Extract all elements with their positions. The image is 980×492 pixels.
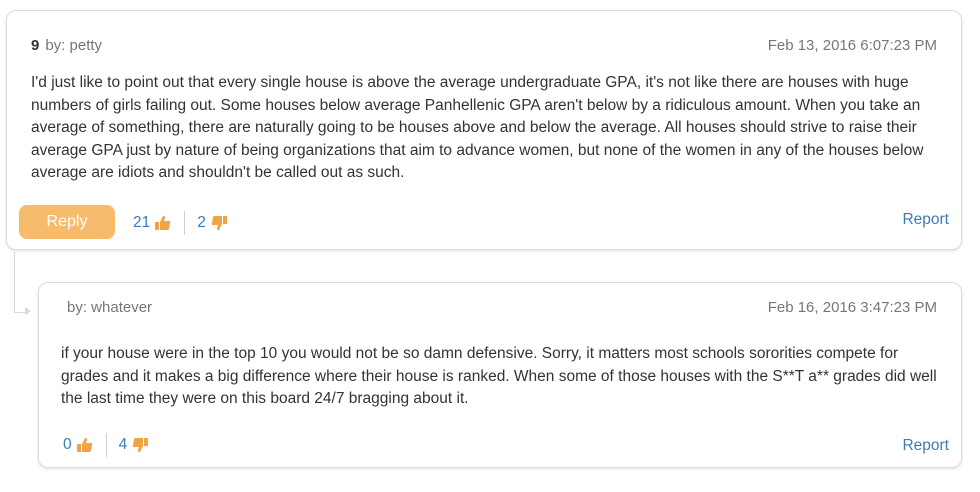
reply-downvote-count: 4 <box>118 436 128 453</box>
reply-author: by: whatever <box>67 299 153 316</box>
comment-card: 9 by: petty Feb 13, 2016 6:07:23 PM I'd j… <box>6 10 962 250</box>
upvote-button[interactable]: 21 <box>133 214 172 232</box>
reply-upvote-button[interactable]: 0 <box>63 436 94 454</box>
vote-divider <box>184 211 186 235</box>
comment-date: Feb 13, 2016 6:07:23 PM <box>767 37 937 54</box>
reply-button[interactable]: Reply <box>19 205 115 239</box>
thumbs-down-icon <box>211 216 227 231</box>
thread-arrow-icon <box>25 307 31 315</box>
comment-author: by: petty <box>45 37 103 54</box>
downvote-count: 2 <box>197 214 206 231</box>
report-link[interactable]: Report <box>902 211 949 229</box>
thumbs-up-icon <box>155 215 171 230</box>
comment-meta: 9 by: petty <box>31 37 102 54</box>
reply-meta: by: whatever <box>67 299 152 316</box>
reply-body: if your house were in the top 10 you wou… <box>61 345 937 407</box>
thumbs-down-icon <box>132 438 149 453</box>
reply-card: by: whatever Feb 16, 2016 3:47:23 PM if … <box>38 282 962 468</box>
reply-votes: 0 4 <box>63 433 149 457</box>
reply-upvote-count: 0 <box>63 436 72 453</box>
comment-number: 9 <box>31 37 40 54</box>
thumbs-up-icon <box>76 437 92 452</box>
comment-body: I'd just like to point out that every si… <box>31 74 924 181</box>
comment-votes: 21 2 <box>133 211 228 235</box>
upvote-count: 21 <box>133 214 151 231</box>
downvote-button[interactable]: 2 <box>197 214 228 232</box>
thread-connector <box>14 252 29 313</box>
reply-downvote-button[interactable]: 4 <box>119 436 150 454</box>
reply-report-link[interactable]: Report <box>902 437 949 455</box>
reply-date: Feb 16, 2016 3:47:23 PM <box>767 299 937 316</box>
vote-divider <box>105 433 107 457</box>
